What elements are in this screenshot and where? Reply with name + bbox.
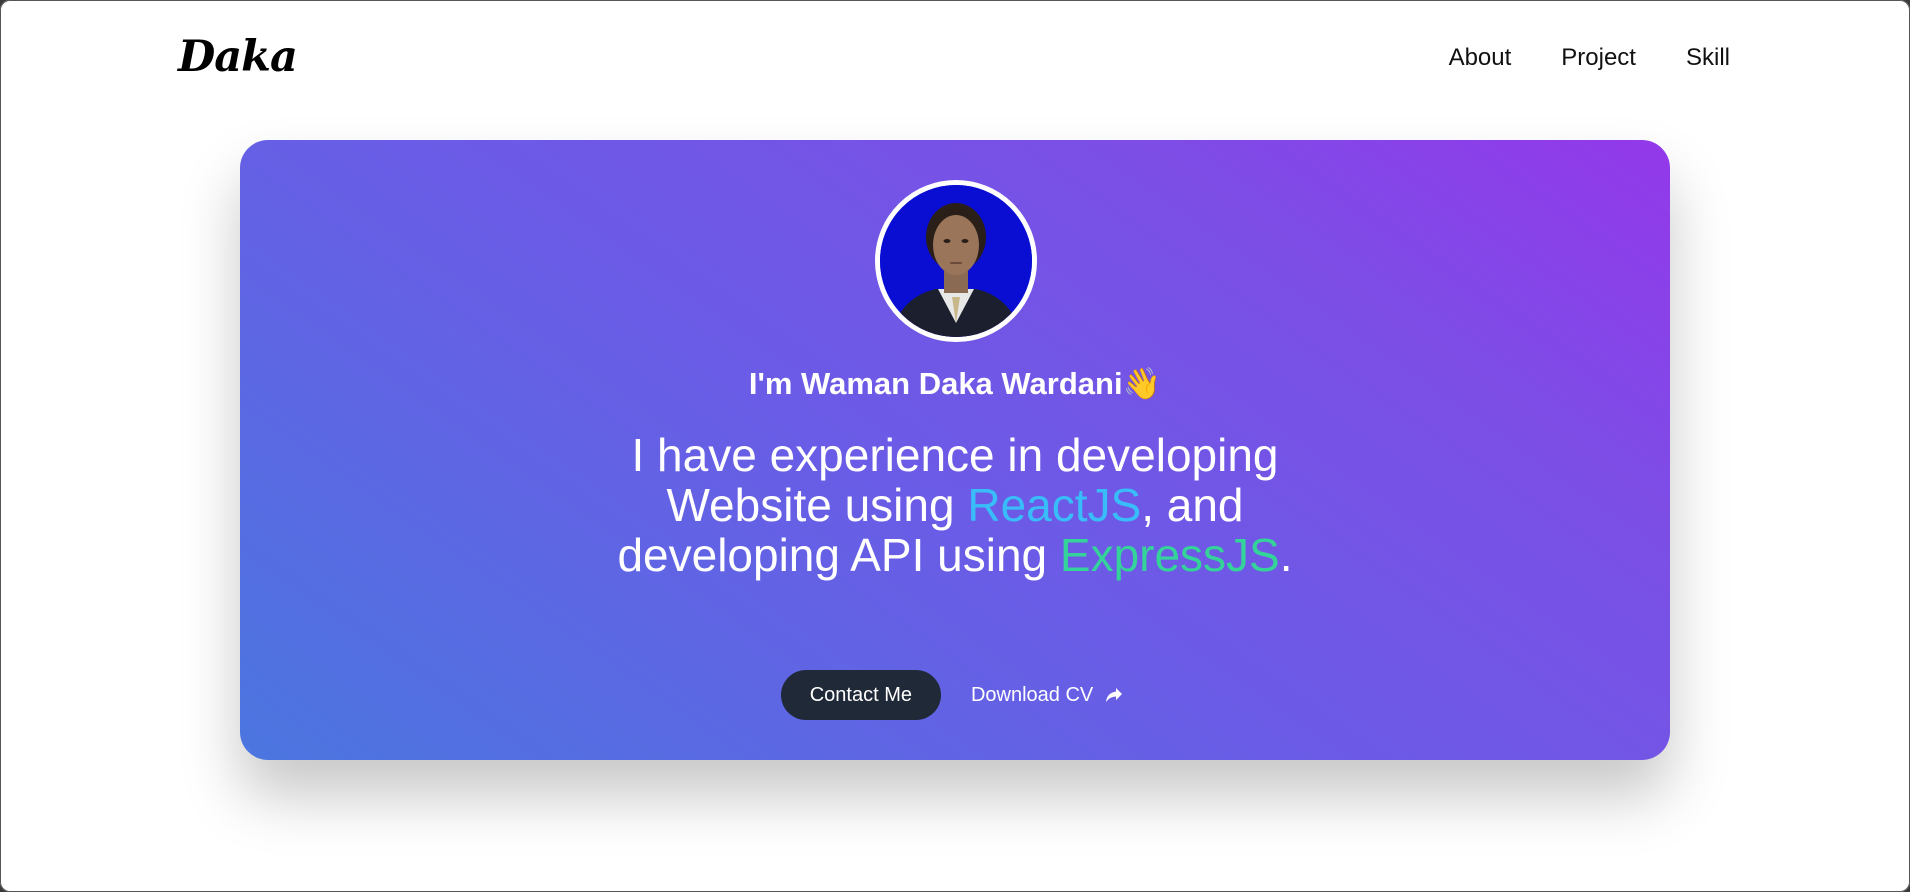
express-highlight: ExpressJS (1059, 529, 1280, 581)
navbar: Daka About Project Skill (0, 0, 1910, 120)
greeting-heading: I'm Waman Daka Wardani👋 (748, 366, 1162, 401)
profile-photo-icon (880, 185, 1032, 337)
nav-links: About Project Skill (1449, 44, 1730, 72)
browser-viewport: Daka About Project Skill I'm Waman Daka … (0, 0, 1910, 892)
nav-link-about[interactable]: About (1449, 44, 1512, 72)
download-cv-button[interactable]: Download CV (965, 670, 1129, 720)
nav-link-skill[interactable]: Skill (1686, 44, 1730, 72)
headline-part-3: . (1279, 529, 1293, 581)
headline-text: I have experience in developing Website … (600, 430, 1310, 580)
nav-link-project[interactable]: Project (1561, 44, 1636, 72)
site-logo[interactable]: Daka (178, 32, 298, 82)
hero-card: I'm Waman Daka Wardani👋 I have experienc… (240, 140, 1670, 760)
contact-me-button[interactable]: Contact Me (780, 670, 941, 720)
avatar (875, 180, 1037, 342)
download-cv-label: Download CV (970, 683, 1094, 706)
hero-actions: Contact Me Download CV (240, 670, 1670, 720)
react-highlight: ReactJS (967, 479, 1142, 531)
share-arrow-icon (1105, 687, 1123, 703)
